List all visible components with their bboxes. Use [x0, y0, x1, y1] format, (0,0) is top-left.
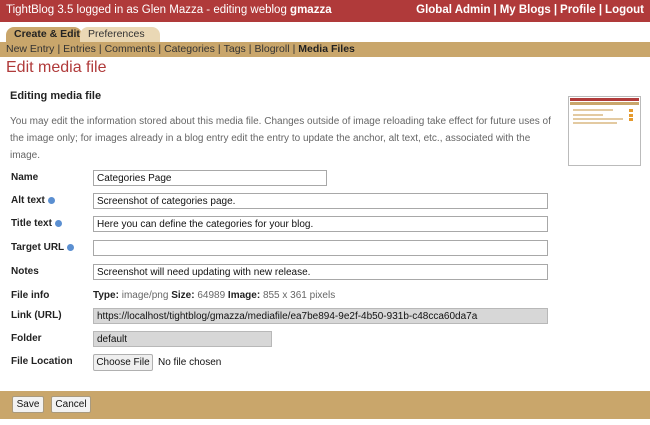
help-icon[interactable]: [54, 220, 62, 227]
subnav-categories[interactable]: Categories: [164, 43, 215, 55]
sub-nav: New Entry | Entries | Comments | Categories | Ta…: [0, 42, 650, 57]
login-status: TightBlog 3.5 logged in as Glen Mazza - …: [6, 4, 332, 16]
link-url-label: Link (URL): [11, 310, 62, 321]
form-footer: Save Cancel: [0, 391, 650, 419]
help-icon[interactable]: [47, 197, 55, 204]
top-bar: TightBlog 3.5 logged in as Glen Mazza - …: [0, 0, 650, 22]
subnav-entries[interactable]: Entries: [63, 43, 96, 55]
size-label: Size:: [171, 290, 195, 301]
login-status-text: TightBlog 3.5 logged in as Glen Mazza - …: [6, 4, 291, 16]
tab-preferences[interactable]: Preferences: [80, 27, 160, 42]
global-admin-link[interactable]: Global Admin: [416, 4, 490, 16]
size-value: 64989: [197, 290, 226, 301]
section-title: Editing media file: [10, 90, 102, 102]
target-url-label: Target URL: [11, 242, 75, 253]
title-text-field[interactable]: Here you can define the categories for y…: [93, 216, 548, 232]
alt-text-label-text: Alt text: [11, 195, 45, 206]
save-button[interactable]: Save: [12, 396, 44, 413]
page-title: Edit media file: [6, 59, 107, 76]
media-thumbnail: [568, 96, 641, 166]
type-value: image/png: [121, 290, 169, 301]
folder-label: Folder: [11, 333, 42, 344]
name-field[interactable]: Categories Page: [93, 170, 327, 186]
choose-file-button[interactable]: Choose File: [93, 354, 153, 371]
subnav-new-entry[interactable]: New Entry: [6, 43, 54, 55]
folder-field: default: [93, 331, 272, 347]
subnav-tags[interactable]: Tags: [224, 43, 246, 55]
notes-field[interactable]: Screenshot will need updating with new r…: [93, 264, 548, 280]
name-label: Name: [11, 172, 39, 183]
my-blogs-link[interactable]: My Blogs: [500, 4, 551, 16]
subnav-blogroll[interactable]: Blogroll: [255, 43, 290, 55]
file-info: Type: image/png Size: 64989 Image: 855 x…: [93, 290, 335, 301]
file-info-label: File info: [11, 290, 50, 301]
link-url-field: https://localhost/tightblog/gmazza/media…: [93, 308, 548, 324]
description: You may edit the information stored abou…: [10, 116, 551, 161]
image-value: 855 x 361 pixels: [262, 290, 336, 301]
type-label: Type:: [93, 290, 119, 301]
file-status: No file chosen: [158, 357, 222, 368]
alt-text-field[interactable]: Screenshot of categories page.: [93, 193, 548, 209]
alt-text-label: Alt text: [11, 195, 55, 206]
file-location-label: File Location: [11, 356, 73, 367]
target-url-field[interactable]: [93, 240, 548, 256]
subnav-media-files[interactable]: Media Files: [298, 43, 355, 55]
profile-link[interactable]: Profile: [560, 4, 596, 16]
logout-link[interactable]: Logout: [605, 4, 644, 16]
cancel-button[interactable]: Cancel: [51, 396, 91, 413]
notes-label: Notes: [11, 266, 39, 277]
target-url-label-text: Target URL: [11, 242, 65, 253]
title-text-label: Title text: [11, 218, 62, 229]
title-text-label-text: Title text: [11, 218, 52, 229]
top-links: Global Admin | My Blogs | Profile | Logout: [416, 4, 644, 16]
image-label: Image:: [227, 290, 261, 301]
subnav-comments[interactable]: Comments: [105, 43, 156, 55]
help-icon[interactable]: [67, 244, 75, 251]
weblog-name: gmazza: [290, 4, 332, 16]
tab-create-edit[interactable]: Create & Edit: [6, 27, 82, 42]
